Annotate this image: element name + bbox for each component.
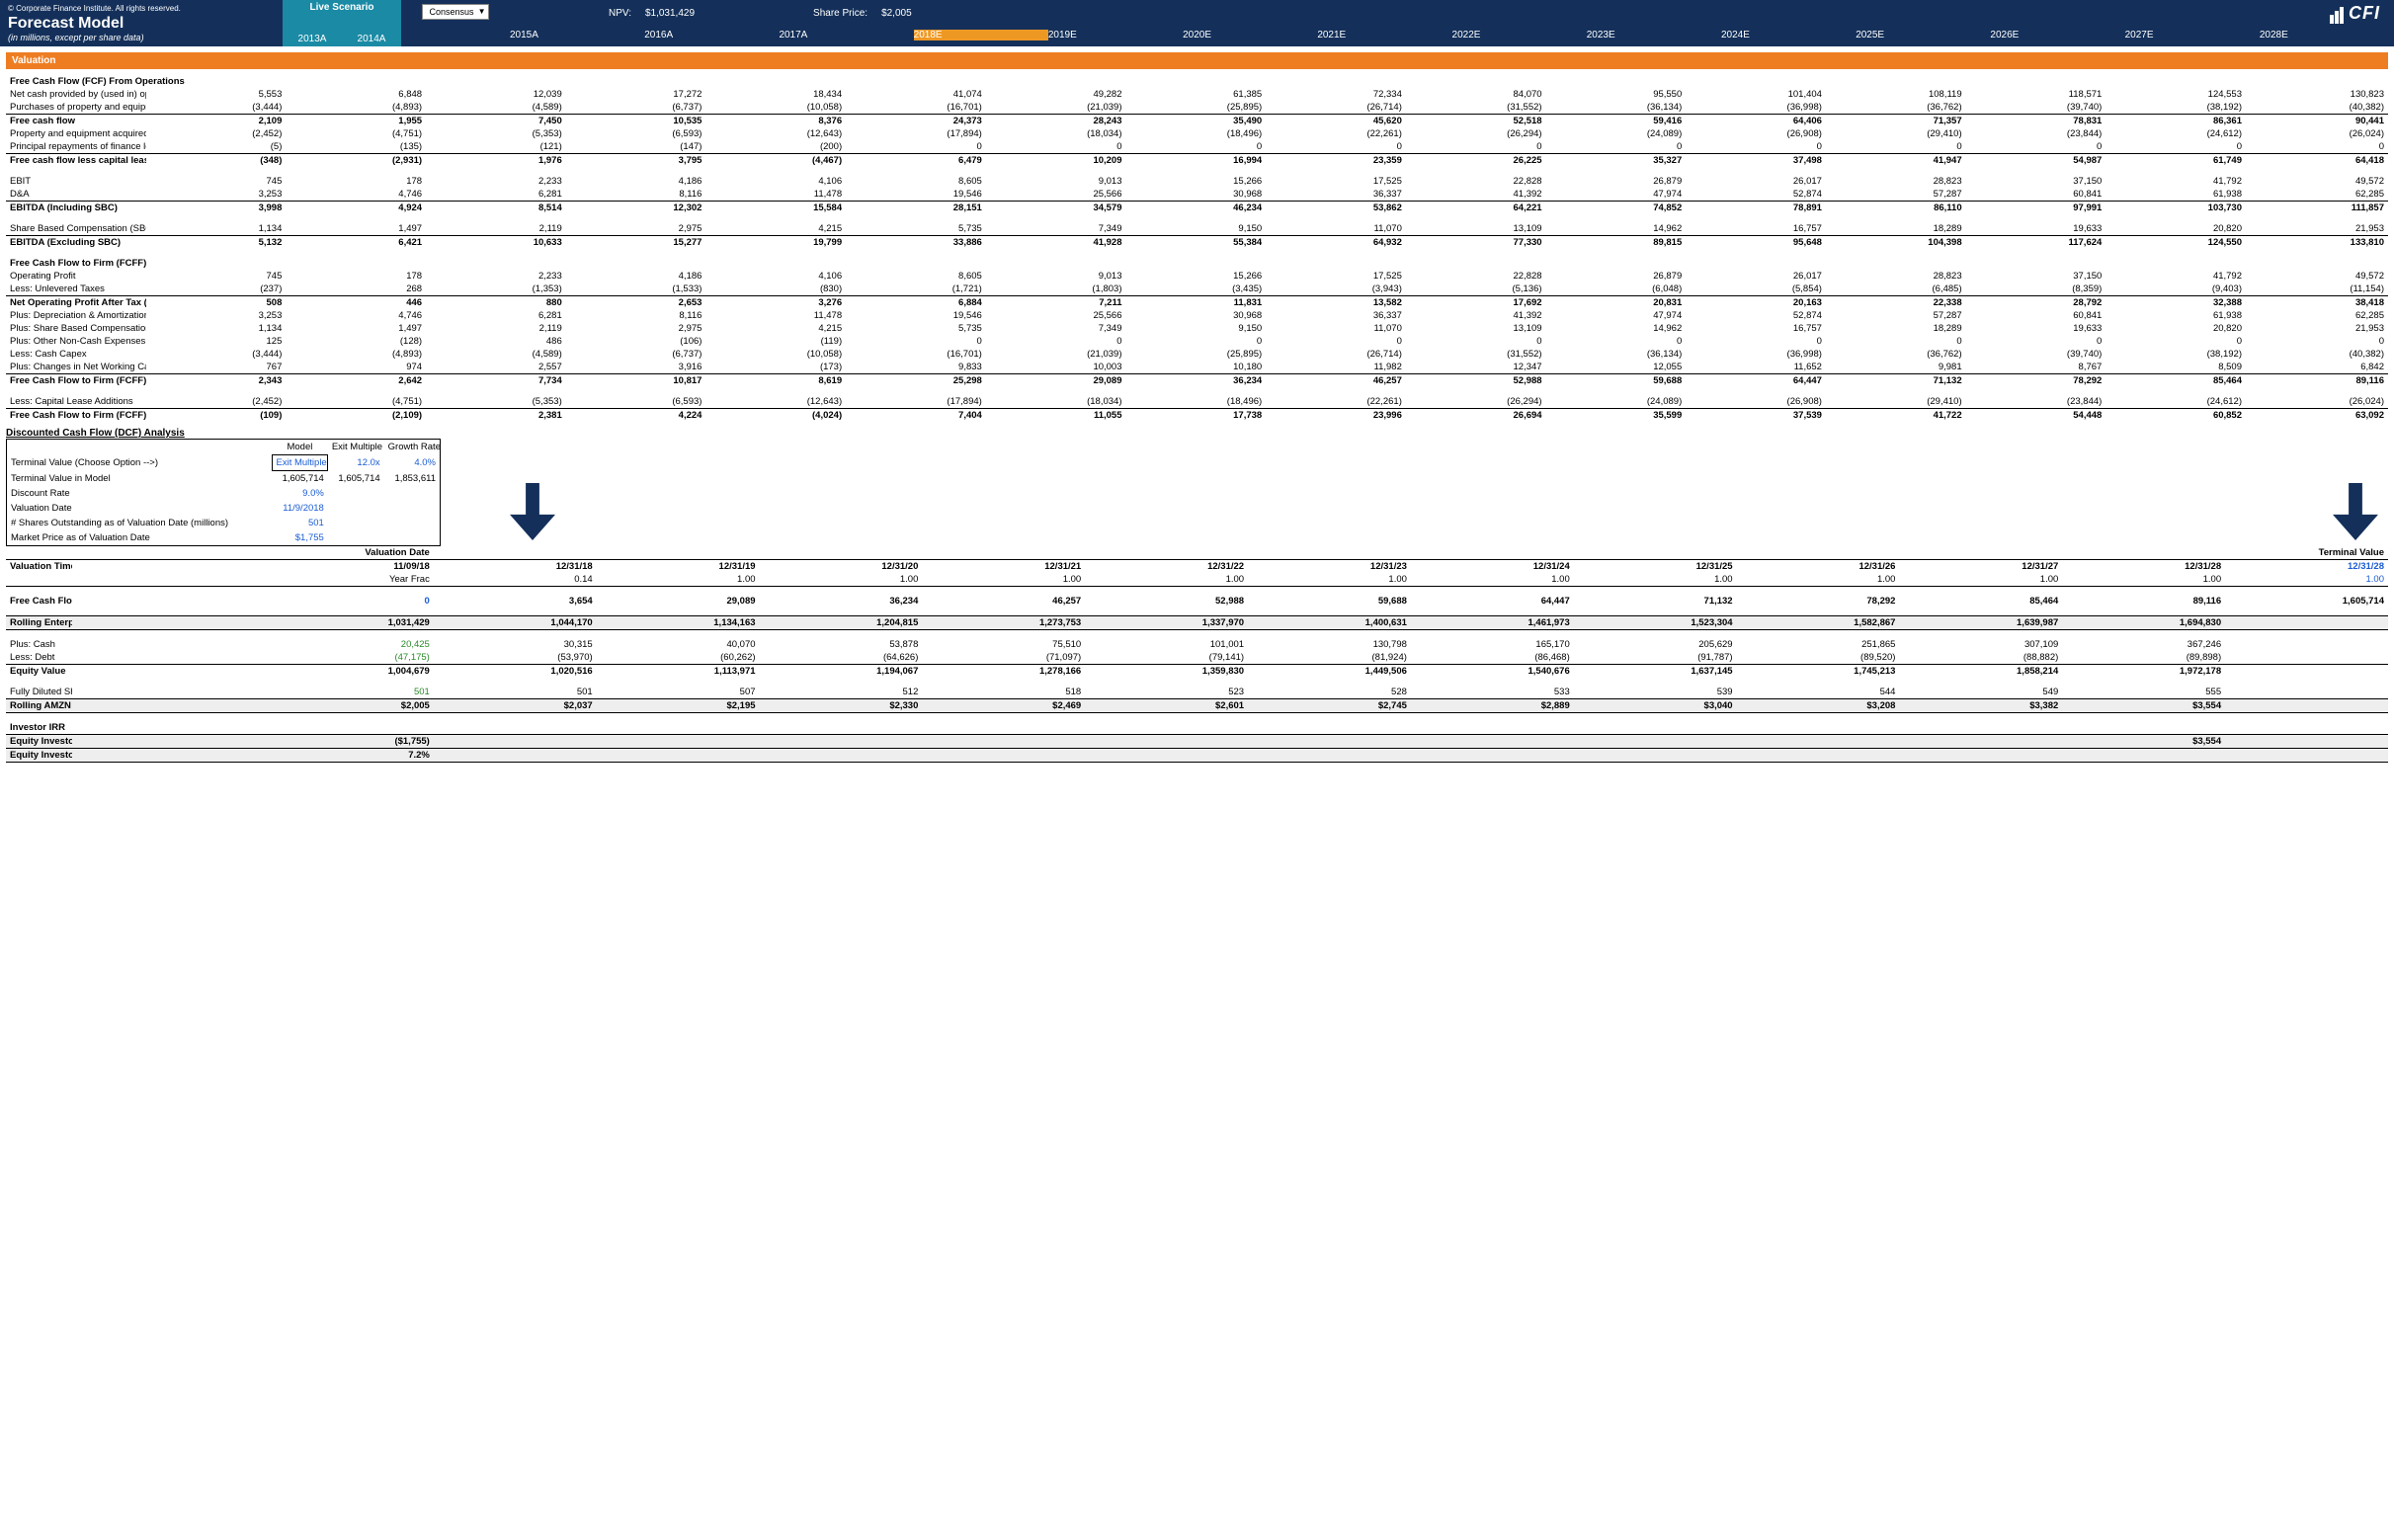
share-price-label: Share Price: bbox=[813, 8, 867, 19]
row-fcff-capex: Less: Cash Capex(3,444)(4,893)(4,589)(6,… bbox=[6, 348, 2388, 361]
scenario-label: Live Scenario bbox=[309, 2, 373, 13]
row-fcff-nwc: Plus: Changes in Net Working Capital7679… bbox=[6, 361, 2388, 374]
year-col: 2019E bbox=[1048, 30, 1183, 41]
model-title: Forecast Model bbox=[8, 15, 275, 33]
year-col: 2025E bbox=[1856, 30, 1990, 41]
model-subtitle: (in millions, except per share data) bbox=[8, 33, 275, 42]
row-discount-rate: Discount Rate9.0% bbox=[7, 486, 441, 501]
row-tv-choice: Terminal Value (Choose Option -->)Exit M… bbox=[7, 455, 441, 471]
year-col: 2020E bbox=[1183, 30, 1317, 41]
year-col: 2023E bbox=[1587, 30, 1721, 41]
copyright-text: © Corporate Finance Institute. All right… bbox=[8, 4, 275, 13]
row-fcff-da: Plus: Depreciation & Amortization3,2534,… bbox=[6, 309, 2388, 322]
npv-label: NPV: bbox=[609, 8, 631, 19]
row-year-frac: Year Frac0.141.001.001.001.001.001.001.0… bbox=[6, 573, 2388, 587]
year-col: 2026E bbox=[1990, 30, 2124, 41]
year-col: 2016A bbox=[644, 30, 779, 41]
year-col: 2015A bbox=[510, 30, 644, 41]
row-fcff-sbc: Plus: Share Based Compensation1,1341,497… bbox=[6, 322, 2388, 335]
terminal-value-arrow-icon bbox=[2333, 483, 2378, 540]
row-net-cash: Net cash provided by (used in) operating… bbox=[6, 88, 2388, 101]
row-rolling-price: Rolling AMZN Value per Share$2,005$2,037… bbox=[6, 699, 2388, 713]
year-col-current: 2018E bbox=[914, 30, 1048, 41]
fcf-ops-title: Free Cash Flow (FCF) From Operations bbox=[6, 75, 2388, 88]
header-bar: © Corporate Finance Institute. All right… bbox=[0, 0, 2394, 46]
valuation-section-bar: Valuation bbox=[6, 52, 2388, 69]
year-col: 2017A bbox=[779, 30, 913, 41]
year-col: 2024E bbox=[1721, 30, 1856, 41]
row-plus-cash: Plus: Cash20,42530,31540,07053,87875,510… bbox=[6, 638, 2388, 651]
row-unlev-tax: Less: Unlevered Taxes(237)268(1,353)(1,5… bbox=[6, 283, 2388, 296]
year-col: 2027E bbox=[2125, 30, 2260, 41]
valuation-date-arrow-icon bbox=[510, 483, 555, 540]
year-col: 2022E bbox=[1452, 30, 1587, 41]
fcff-title: Free Cash Flow to Firm (FCFF) bbox=[6, 257, 2388, 270]
fcf-operations-table: Free Cash Flow (FCF) From Operations Net… bbox=[6, 75, 2388, 422]
row-op-profit: Operating Profit7451782,2334,1864,1068,6… bbox=[6, 270, 2388, 283]
row-tv-model: Terminal Value in Model1,605,7141,605,71… bbox=[7, 471, 441, 487]
dcf-assumptions-table: ModelExit MultipleGrowth Rate Terminal V… bbox=[6, 439, 441, 546]
row-capital-lease-add: Less: Capital Lease Additions(2,452)(4,7… bbox=[6, 395, 2388, 409]
valuation-timeline-table: Valuation Date Terminal Value Valuation T… bbox=[6, 546, 2388, 763]
row-fcff-total: Free Cash Flow to Firm (FCFF)2,3432,6427… bbox=[6, 374, 2388, 388]
row-ebitda-ex-sbc: EBITDA (Excluding SBC)5,1326,42110,63315… bbox=[6, 236, 2388, 250]
terminal-value-header: Terminal Value bbox=[2225, 546, 2388, 560]
row-market-price: Market Price as of Valuation Date$1,755 bbox=[7, 530, 441, 546]
row-da: D&A3,2534,7466,2818,11611,47819,54625,56… bbox=[6, 188, 2388, 202]
investor-irr-title: Investor IRR bbox=[6, 721, 2388, 735]
row-investor-return: Equity Investor Return (After SBC diluti… bbox=[6, 735, 2388, 749]
row-ebitda-inc-sbc: EBITDA (Including SBC)3,9984,9248,51412,… bbox=[6, 202, 2388, 215]
cfi-logo: CFI bbox=[2330, 3, 2380, 24]
share-price-value: $2,005 bbox=[881, 8, 912, 19]
row-purchases: Purchases of property and equipment(3,44… bbox=[6, 101, 2388, 115]
dcf-title: Discounted Cash Flow (DCF) Analysis bbox=[6, 428, 2388, 439]
row-nopat: Net Operating Profit After Tax (NOPAT)50… bbox=[6, 296, 2388, 310]
row-investor-irr: Equity Investor IRR (After SBC dilution)… bbox=[6, 749, 2388, 763]
row-ebit: EBIT7451782,2334,1864,1068,6059,01315,26… bbox=[6, 175, 2388, 188]
tv-option-select[interactable]: Exit Multiple bbox=[272, 455, 328, 471]
valuation-date-header: Valuation Date bbox=[271, 546, 434, 560]
row-rolling-ev: Rolling Enterprise Value (NPV)1,031,4291… bbox=[6, 616, 2388, 630]
row-ppe-lease: Property and equipment acquired under ca… bbox=[6, 127, 2388, 140]
row-fcf-less-leases: Free cash flow less capital leases(348)(… bbox=[6, 154, 2388, 168]
row-fcff-all-capex: Free Cash Flow to Firm (FCFF) If All Cas… bbox=[6, 409, 2388, 423]
row-principal: Principal repayments of finance lease ob… bbox=[6, 140, 2388, 154]
row-shares-outstanding: # Shares Outstanding as of Valuation Dat… bbox=[7, 516, 441, 530]
row-timeline-fcff: Free Cash Flow to Firm (FCFF)03,65429,08… bbox=[6, 595, 2388, 608]
year-col: 2021E bbox=[1317, 30, 1451, 41]
npv-value: $1,031,429 bbox=[645, 8, 695, 19]
row-sbc: Share Based Compensation (SBC)1,1341,497… bbox=[6, 222, 2388, 236]
year-2014: 2014A bbox=[342, 34, 401, 44]
row-diluted-shares: Fully Diluted Shares Outstanding50150150… bbox=[6, 686, 2388, 699]
row-timeline-dates: Valuation Timeline11/09/1812/31/1812/31/… bbox=[6, 560, 2388, 574]
year-2013: 2013A bbox=[283, 34, 342, 44]
scenario-dropdown[interactable]: Consensus bbox=[422, 4, 488, 20]
row-fcf: Free cash flow2,1091,9557,45010,5358,376… bbox=[6, 115, 2388, 128]
row-less-debt: Less: Debt(47,175)(53,970)(60,262)(64,62… bbox=[6, 651, 2388, 665]
row-valuation-date: Valuation Date11/9/2018 bbox=[7, 501, 441, 516]
year-col: 2028E bbox=[2260, 30, 2394, 41]
row-fcff-other: Plus: Other Non-Cash Expenses125(128)486… bbox=[6, 335, 2388, 348]
row-equity-value: Equity Value1,004,6791,020,5161,113,9711… bbox=[6, 665, 2388, 679]
